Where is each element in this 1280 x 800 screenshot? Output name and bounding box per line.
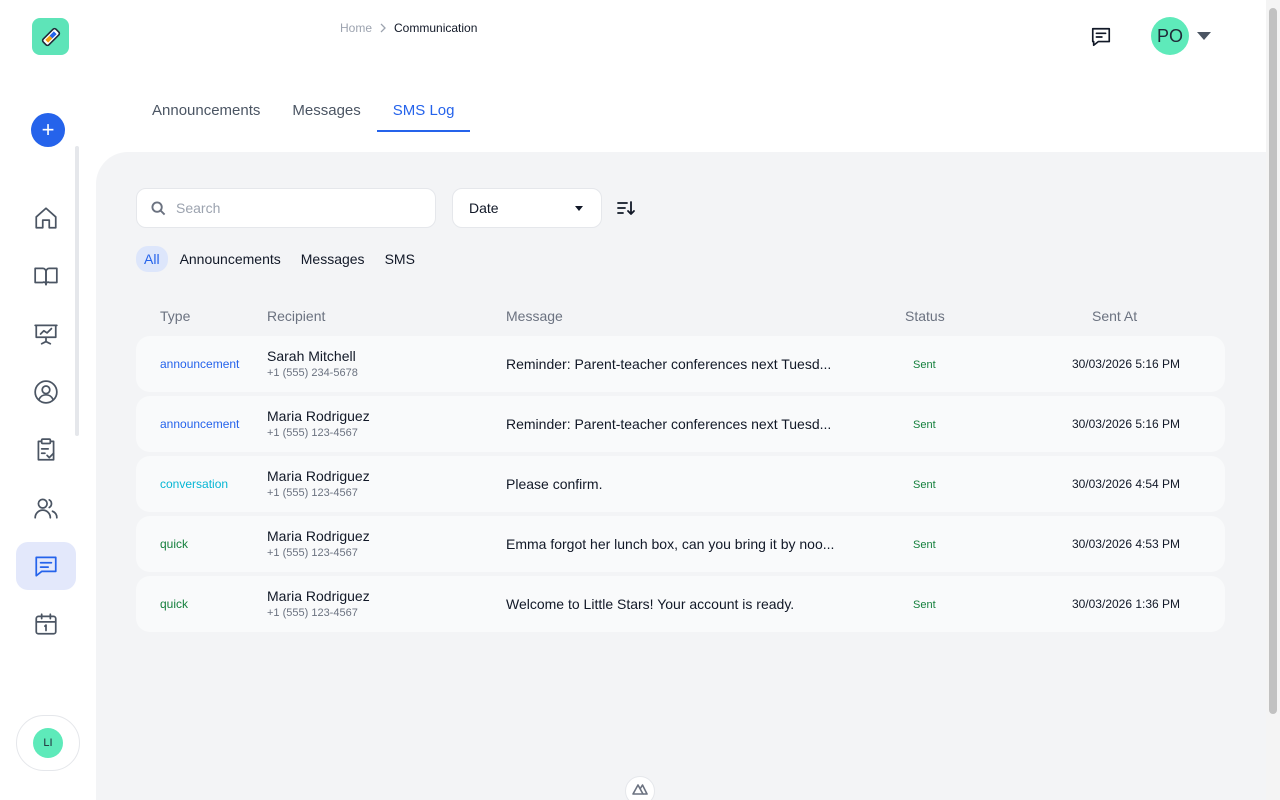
row-recipient: Maria Rodriguez +1 (555) 123-4567 — [267, 528, 370, 559]
table-row[interactable]: conversation Maria Rodriguez +1 (555) 12… — [136, 456, 1225, 512]
sms-log-panel: Date All Announcements Messages SMS Type… — [96, 152, 1266, 800]
search-input[interactable] — [176, 200, 416, 216]
column-header-message[interactable]: Message — [506, 308, 563, 324]
devtools-toggle[interactable] — [625, 776, 655, 800]
column-header-sent-at[interactable]: Sent At — [1092, 308, 1137, 324]
row-type: announcement — [160, 357, 240, 371]
sort-field-select[interactable]: Date — [452, 188, 602, 228]
recipient-name: Maria Rodriguez — [267, 468, 370, 484]
caret-down-icon — [575, 205, 583, 211]
app-logo[interactable] — [32, 18, 69, 55]
breadcrumb: Home Communication — [340, 21, 477, 35]
sidebar-item-home[interactable] — [16, 194, 76, 242]
table-row[interactable]: quick Maria Rodriguez +1 (555) 123-4567 … — [136, 516, 1225, 572]
search-box[interactable] — [136, 188, 436, 228]
status-badge: Sent — [913, 419, 936, 431]
book-icon — [34, 267, 58, 286]
sidebar-item-tasks[interactable] — [16, 426, 76, 474]
user-menu[interactable]: LI — [16, 715, 80, 771]
status-badge: Sent — [913, 479, 936, 491]
chat-icon — [1091, 27, 1111, 47]
search-icon — [151, 200, 166, 215]
column-header-status[interactable]: Status — [905, 308, 945, 324]
row-message: Reminder: Parent-teacher conferences nex… — [506, 416, 832, 432]
row-sent-at: 30/03/2026 5:16 PM — [1071, 357, 1181, 371]
type-filter-chips: All Announcements Messages SMS — [136, 246, 423, 272]
filter-all[interactable]: All — [136, 246, 168, 272]
users-icon — [34, 498, 58, 519]
sidebar-item-people[interactable] — [16, 484, 76, 532]
recipient-name: Maria Rodriguez — [267, 528, 370, 544]
sort-direction-button[interactable] — [616, 198, 636, 218]
row-sent-at: 30/03/2026 4:53 PM — [1071, 537, 1181, 551]
recipient-name: Maria Rodriguez — [267, 588, 370, 604]
tab-announcements[interactable]: Announcements — [136, 96, 276, 132]
calendar-icon — [35, 613, 57, 635]
row-message: Reminder: Parent-teacher conferences nex… — [506, 356, 832, 372]
table-header: Type Recipient Message Status Sent At — [136, 308, 1225, 332]
row-sent-at: 30/03/2026 4:54 PM — [1071, 477, 1181, 491]
nuxt-logo-icon — [632, 784, 648, 795]
scrollbar-thumb[interactable] — [1269, 8, 1277, 714]
tab-sms-log[interactable]: SMS Log — [376, 96, 471, 132]
row-type: conversation — [160, 477, 229, 491]
row-type: announcement — [160, 417, 240, 431]
recipient-name: Sarah Mitchell — [267, 348, 356, 364]
recipient-phone: +1 (555) 234-5678 — [267, 367, 358, 379]
breadcrumb-current: Communication — [394, 21, 478, 35]
row-message: Emma forgot her lunch box, can you bring… — [506, 536, 835, 552]
recipient-name: Maria Rodriguez — [267, 408, 370, 424]
recipient-phone: +1 (555) 123-4567 — [267, 547, 358, 559]
user-circle-icon — [34, 380, 58, 404]
filter-sms[interactable]: SMS — [377, 246, 423, 272]
recipient-phone: +1 (555) 123-4567 — [267, 427, 358, 439]
row-recipient: Sarah Mitchell +1 (555) 234-5678 — [267, 348, 358, 379]
add-button[interactable]: + — [31, 113, 65, 147]
row-type: quick — [160, 597, 189, 611]
sidebar-item-calendar[interactable] — [16, 600, 76, 648]
table-row[interactable]: quick Maria Rodriguez +1 (555) 123-4567 … — [136, 576, 1225, 632]
sort-descending-icon — [617, 201, 635, 215]
table-row[interactable]: announcement Maria Rodriguez +1 (555) 12… — [136, 396, 1225, 452]
profile-menu[interactable]: PO — [1151, 17, 1211, 55]
avatar: LI — [33, 728, 63, 758]
home-icon — [35, 207, 57, 229]
message-icon — [35, 556, 57, 577]
table-row[interactable]: announcement Sarah Mitchell +1 (555) 234… — [136, 336, 1225, 392]
row-sent-at: 30/03/2026 5:16 PM — [1071, 417, 1181, 431]
sidebar-item-communication[interactable] — [16, 542, 76, 590]
sidebar-item-lessons[interactable] — [16, 252, 76, 300]
window-scrollbar[interactable] — [1266, 0, 1280, 800]
avatar: PO — [1151, 17, 1189, 55]
recipient-phone: +1 (555) 123-4567 — [267, 607, 358, 619]
sidebar-item-profile[interactable] — [16, 368, 76, 416]
tab-messages[interactable]: Messages — [276, 96, 376, 132]
tab-bar: Announcements Messages SMS Log — [136, 96, 471, 132]
chevron-right-icon — [380, 23, 386, 33]
messages-button[interactable] — [1089, 25, 1113, 49]
pencil-ruler-icon — [41, 27, 60, 46]
row-sent-at: 30/03/2026 1:36 PM — [1071, 597, 1181, 611]
filter-announcements[interactable]: Announcements — [172, 246, 289, 272]
presentation-chart-icon — [34, 324, 58, 345]
row-recipient: Maria Rodriguez +1 (555) 123-4567 — [267, 588, 370, 619]
filter-messages[interactable]: Messages — [293, 246, 373, 272]
column-header-recipient[interactable]: Recipient — [267, 308, 325, 324]
sidebar: + LI — [0, 0, 96, 800]
column-header-type[interactable]: Type — [160, 308, 190, 324]
chevron-down-icon — [1197, 32, 1211, 40]
row-recipient: Maria Rodriguez +1 (555) 123-4567 — [267, 408, 370, 439]
sort-field-value: Date — [469, 200, 499, 216]
recipient-phone: +1 (555) 123-4567 — [267, 487, 358, 499]
status-badge: Sent — [913, 539, 936, 551]
clipboard-check-icon — [37, 438, 55, 461]
row-recipient: Maria Rodriguez +1 (555) 123-4567 — [267, 468, 370, 499]
row-message: Welcome to Little Stars! Your account is… — [506, 596, 795, 612]
status-badge: Sent — [913, 359, 936, 371]
row-message: Please confirm. — [506, 476, 603, 492]
status-badge: Sent — [913, 599, 936, 611]
sidebar-item-reports[interactable] — [16, 310, 76, 358]
breadcrumb-home[interactable]: Home — [340, 21, 372, 35]
row-type: quick — [160, 537, 189, 551]
